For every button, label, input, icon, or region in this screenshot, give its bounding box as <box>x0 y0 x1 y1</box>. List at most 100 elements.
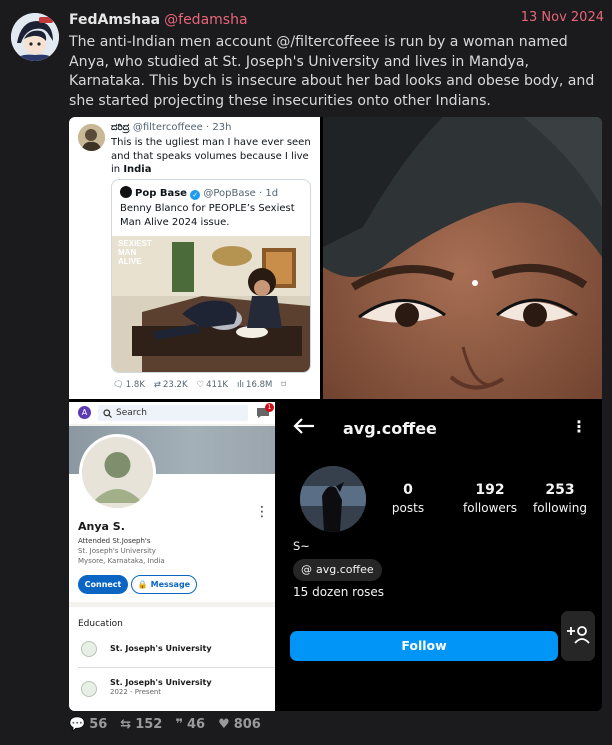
linkedin-profile-card: ⋮ Anya S. Attended St.Joseph's St. Josep… <box>69 426 275 602</box>
tweet-like-metric[interactable]: ♡ 411K <box>197 380 228 390</box>
like-count: 806 <box>233 717 261 732</box>
education-section: Education St. Joseph's University St. Jo… <box>69 607 275 711</box>
tweet-avatar <box>78 124 105 151</box>
post-actions: 💬 56 ⇆ 152 ❞ 46 ♥ 806 <box>69 717 261 732</box>
instagram-bio: 15 dozen roses <box>293 585 385 599</box>
divider <box>78 667 275 668</box>
linkedin-profile-screenshot[interactable]: A Search 1 ⋮ Anya S. Attended St.Joseph'… <box>69 402 275 711</box>
quote-handle: @PopBase · 1d <box>203 188 279 199</box>
follow-button[interactable]: Follow <box>290 631 558 661</box>
threads-icon: @ <box>301 563 312 576</box>
following-label: following <box>533 501 587 515</box>
tweet-name: ದರಿದ್ರ <box>111 122 130 133</box>
quote-action[interactable]: ❞ 46 <box>175 717 205 732</box>
repost-icon: ⇆ <box>120 717 132 732</box>
magazine-line-2: MAN <box>118 248 136 257</box>
tweet-time: · 23h <box>206 122 232 133</box>
linkedin-search-input[interactable]: Search <box>98 405 248 421</box>
quote-icon: ❞ <box>175 717 183 732</box>
repost-action[interactable]: ⇆ 152 <box>120 717 162 732</box>
following-stat[interactable]: 253 following <box>528 482 592 515</box>
followers-label: followers <box>463 501 517 515</box>
notification-badge: 1 <box>265 403 274 412</box>
user-handle[interactable]: @fedamsha <box>164 12 247 28</box>
add-person-icon <box>567 626 590 644</box>
education-school-1[interactable]: St. Joseph's University <box>110 644 212 653</box>
message-button[interactable]: 🔒 Message <box>131 575 197 594</box>
post: FedAmshaa @fedamsha 13 Nov 2024 The anti-… <box>0 0 612 745</box>
connect-button[interactable]: Connect <box>78 575 128 594</box>
profile-headline: Attended St.Joseph's <box>78 537 151 545</box>
comment-icon: 💬 <box>69 717 86 732</box>
back-arrow-icon[interactable] <box>293 417 315 435</box>
profile-school: St. Joseph's University <box>78 547 156 555</box>
instagram-profile-photo[interactable] <box>300 466 366 532</box>
views-icon: ılı <box>236 380 245 390</box>
post-date[interactable]: 13 Nov 2024 <box>521 10 604 25</box>
quoted-tweet[interactable]: Pop Base ✓ @PopBase · 1d Benny Blanco fo… <box>111 179 311 373</box>
tweet-header: ದರಿದ್ರ @filtercoffeee · 23h <box>111 122 231 133</box>
search-icon <box>103 409 112 418</box>
posts-count: 0 <box>403 482 413 498</box>
search-placeholder: Search <box>116 408 147 418</box>
verified-badge-icon: ✓ <box>190 190 201 200</box>
tweet-views-metric[interactable]: ılı 16.8M <box>237 380 272 390</box>
magazine-cover-photo: SEXIEST MAN ALIVE <box>112 236 310 372</box>
following-count: 253 <box>545 482 575 498</box>
display-name[interactable]: FedAmshaa <box>69 12 160 28</box>
like-action[interactable]: ♥ 806 <box>218 717 261 732</box>
school-logo-icon <box>81 681 97 697</box>
followers-count: 192 <box>475 482 505 498</box>
tweet-text-bold: India <box>123 164 152 175</box>
face-closeup-photo[interactable] <box>323 117 602 399</box>
education-title: Education <box>78 619 123 629</box>
tweet-reply-metric[interactable]: 🗨 1.8K <box>113 380 145 390</box>
tweet-handle: @filtercoffeee <box>132 122 203 133</box>
quote-count: 46 <box>186 717 206 732</box>
education-years-2: 2022 - Present <box>110 688 162 696</box>
post-header: FedAmshaa @fedamsha 13 Nov 2024 <box>69 9 604 29</box>
magazine-line-3: ALIVE <box>118 257 142 266</box>
popbase-logo-icon <box>120 186 132 198</box>
linkedin-top-bar: A Search 1 <box>69 402 275 424</box>
instagram-display-name: S~ <box>293 539 310 553</box>
media-grid: ದರಿದ್ರ @filtercoffeee · 23h This is the … <box>69 117 602 711</box>
more-options-icon[interactable]: ⋮ <box>571 417 587 436</box>
bookmark-icon[interactable]: ⌑ <box>281 380 285 390</box>
repost-count: 23.2K <box>163 380 188 390</box>
instagram-profile-screenshot[interactable]: avg.coffee ⋮ 0 posts 192 followers 253 f… <box>278 402 602 711</box>
profile-location: Mysore, Karnataka, India <box>78 557 165 565</box>
profile-name: Anya S. <box>78 520 125 533</box>
magazine-line-1: SEXIEST <box>118 239 152 248</box>
reply-count: 1.8K <box>125 380 145 390</box>
quote-header: Pop Base ✓ @PopBase · 1d <box>120 186 278 200</box>
author-avatar[interactable] <box>11 13 59 61</box>
school-logo-icon <box>81 641 97 657</box>
quote-text: Benny Blanco for PEOPLE’s Sexiest Man Al… <box>120 203 295 228</box>
posts-label: posts <box>391 501 425 515</box>
repost-icon: ⇄ <box>153 380 162 390</box>
threads-badge[interactable]: @ avg.coffee <box>293 559 382 581</box>
education-school-2[interactable]: St. Joseph's University <box>110 678 212 687</box>
tweet-repost-metric[interactable]: ⇄ 23.2K <box>154 380 188 390</box>
threads-handle: avg.coffee <box>316 563 374 576</box>
linkedin-me-avatar[interactable]: A <box>78 406 91 419</box>
tweet-metrics: 🗨 1.8K ⇄ 23.2K ♡ 411K ılı 16.8M ⌑ <box>113 380 286 390</box>
reply-count: 56 <box>89 717 108 732</box>
post-text: The anti-Indian men account @/filtercoff… <box>69 34 595 109</box>
followers-stat[interactable]: 192 followers <box>458 482 522 515</box>
profile-photo-placeholder[interactable] <box>79 434 156 511</box>
views-count: 16.8M <box>246 380 273 390</box>
posts-stat[interactable]: 0 posts <box>388 482 428 515</box>
reply-icon: 🗨 <box>113 380 124 390</box>
more-options-icon[interactable]: ⋮ <box>255 504 269 520</box>
message-label: Message <box>150 580 191 589</box>
heart-icon: ♡ <box>196 380 205 390</box>
instagram-username: avg.coffee <box>343 419 437 438</box>
add-person-button[interactable] <box>561 611 595 661</box>
heart-icon: ♥ <box>218 717 230 732</box>
lock-icon: 🔒 <box>137 580 148 589</box>
reply-action[interactable]: 💬 56 <box>69 717 107 732</box>
like-count: 411K <box>206 380 228 390</box>
tweet-screenshot[interactable]: ದರಿದ್ರ @filtercoffeee · 23h This is the … <box>69 117 320 399</box>
